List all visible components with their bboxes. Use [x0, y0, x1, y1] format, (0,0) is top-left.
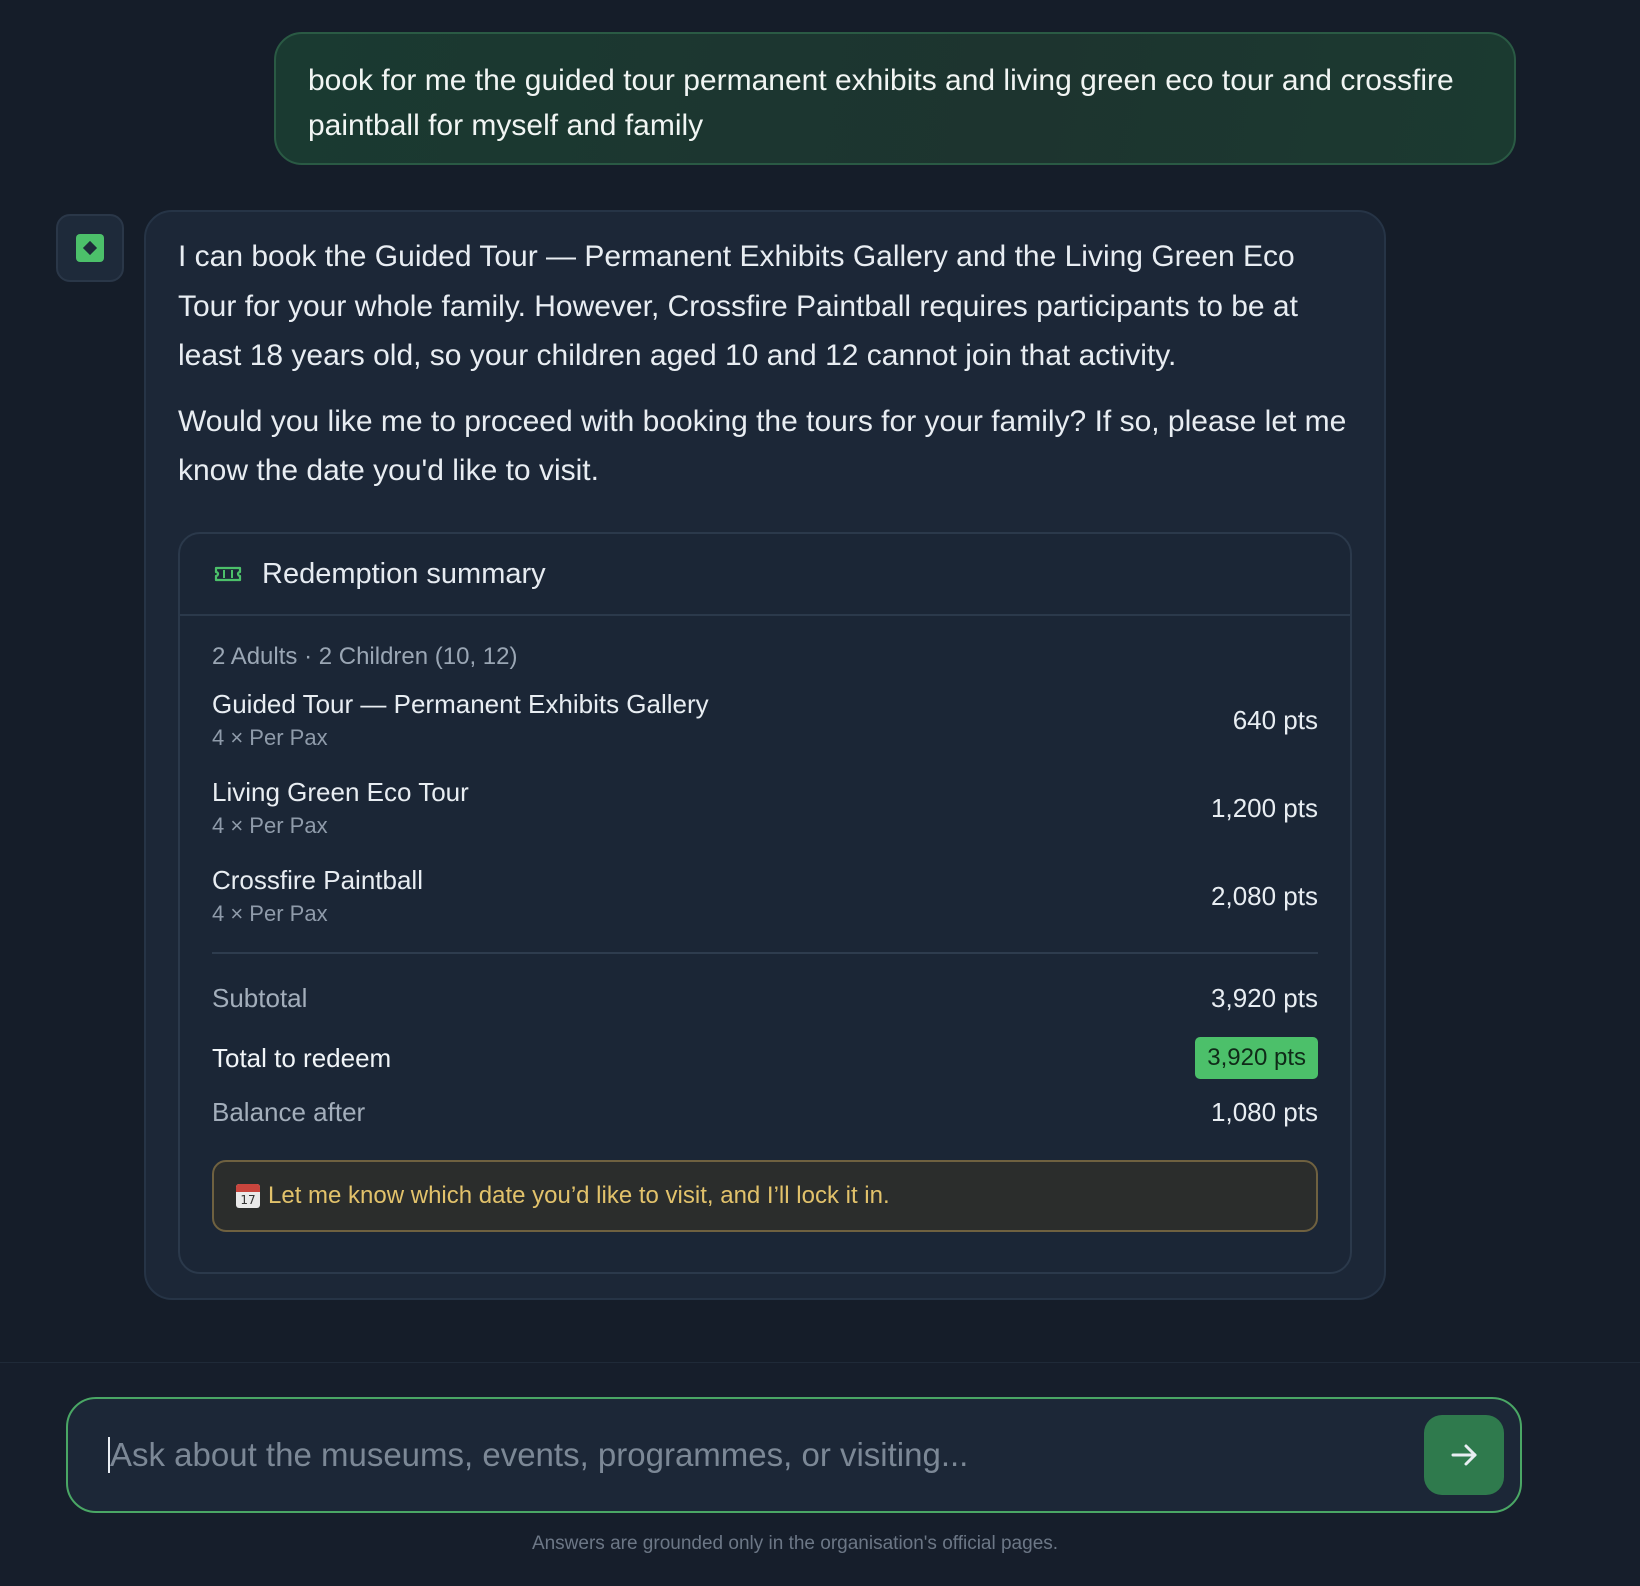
subtotal-row: Subtotal 3,920 pts [212, 968, 1318, 1028]
line-item-points: 1,200 pts [1211, 792, 1318, 823]
assistant-paragraph-1: I can book the Guided Tour — Permanent E… [178, 240, 1298, 372]
user-message-bubble: book for me the guided tour permanent ex… [274, 32, 1516, 165]
line-item: Guided Tour — Permanent Exhibits Gallery… [212, 676, 1318, 764]
party-composition: 2 Adults · 2 Children (10, 12) [212, 643, 518, 670]
summary-divider [212, 952, 1318, 954]
line-item-points: 2,080 pts [1211, 880, 1318, 911]
message-input[interactable] [108, 1437, 1408, 1473]
line-item-quantity: 4 × Per Pax [212, 725, 328, 750]
balance-row: Balance after 1,080 pts [212, 1088, 1318, 1136]
line-item-points: 640 pts [1232, 704, 1318, 735]
chat-thread: book for me the guided tour permanent ex… [0, 0, 1640, 1362]
total-label: Total to redeem [212, 1042, 392, 1073]
ticket-icon [214, 566, 242, 582]
line-item-name: Crossfire Paintball [212, 865, 423, 895]
line-item: Living Green Eco Tour 4 × Per Pax 1,200 … [212, 764, 1318, 852]
calendar-day: 17 [240, 1193, 256, 1207]
balance-label: Balance after [212, 1096, 366, 1127]
arrow-right-icon [1451, 1444, 1477, 1466]
summary-header: Redemption summary [180, 534, 1350, 616]
total-points-badge: 3,920 pts [1195, 1037, 1318, 1079]
line-item-name: Living Green Eco Tour [212, 777, 469, 807]
summary-title: Redemption summary [262, 557, 546, 590]
subtotal-value: 3,920 pts [1211, 982, 1318, 1013]
redemption-summary-card: Redemption summary 2 Adults · 2 Children… [178, 532, 1352, 1274]
date-notice: 17 Let me know which date you’d like to … [212, 1160, 1318, 1232]
assistant-avatar [56, 214, 124, 282]
total-row: Total to redeem 3,920 pts [212, 1028, 1318, 1088]
disclaimer-text: Answers are grounded only in the organis… [531, 1533, 1059, 1554]
line-item: Crossfire Paintball 4 × Per Pax 2,080 pt… [212, 852, 1318, 940]
date-notice-text: Let me know which date you’d like to vis… [268, 1182, 890, 1209]
summary-body: 2 Adults · 2 Children (10, 12) Guided To… [180, 616, 1350, 1232]
calendar-icon: 17 [236, 1184, 260, 1208]
balance-value: 1,080 pts [1211, 1096, 1318, 1127]
subtotal-label: Subtotal [212, 982, 308, 1013]
send-button[interactable] [1424, 1415, 1504, 1495]
assistant-message-bubble: I can book the Guided Tour — Permanent E… [144, 210, 1386, 1300]
composer-area: Answers are grounded only in the organis… [0, 1362, 1640, 1586]
line-item-name: Guided Tour — Permanent Exhibits Gallery [212, 689, 709, 719]
assistant-paragraph-2: Would you like me to proceed with bookin… [178, 404, 1347, 488]
composer-box[interactable] [66, 1397, 1522, 1513]
line-item-quantity: 4 × Per Pax [212, 813, 328, 838]
user-message-text: book for me the guided tour permanent ex… [308, 64, 1454, 142]
line-item-quantity: 4 × Per Pax [212, 901, 328, 926]
assistant-logo-icon [76, 234, 104, 262]
